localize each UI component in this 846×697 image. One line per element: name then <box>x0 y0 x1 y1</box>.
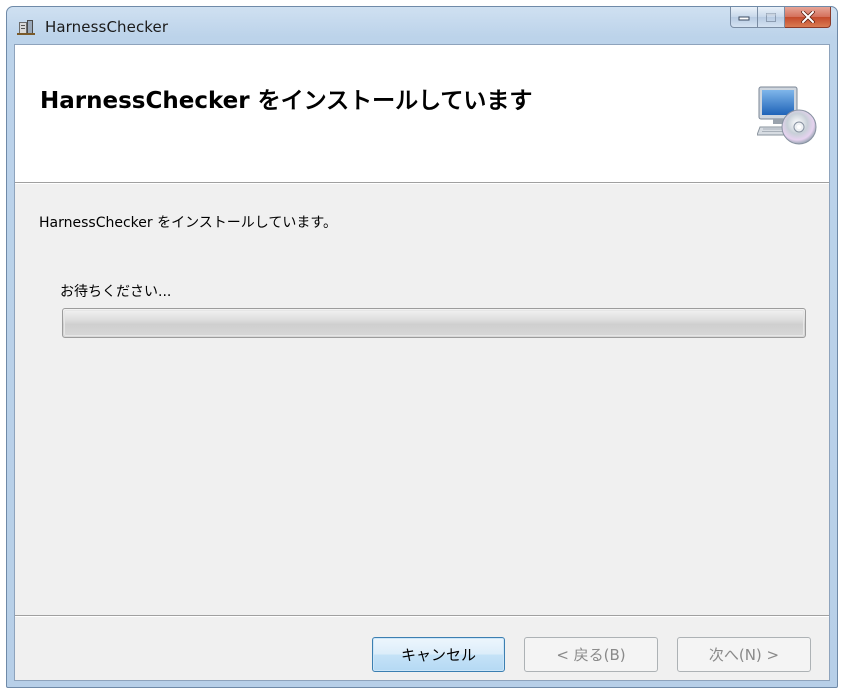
installer-dialog-body: HarnessChecker をインストールしています HarnessCheck… <box>14 44 830 681</box>
minimize-icon <box>738 16 750 21</box>
close-icon <box>800 11 815 23</box>
installer-window: HarnessChecker HarnessChecker をインストールしてい… <box>6 6 838 688</box>
banner-divider-highlight <box>15 183 829 184</box>
install-status-text: HarnessChecker をインストールしています。 <box>39 215 337 231</box>
banner-title: HarnessChecker をインストールしています <box>40 88 533 114</box>
install-progress-bar <box>62 308 806 338</box>
maximize-icon <box>766 12 776 22</box>
maximize-button[interactable] <box>758 7 785 28</box>
back-button[interactable]: < 戻る(B) <box>524 637 658 672</box>
installer-app-icon <box>17 20 35 35</box>
window-title: HarnessChecker <box>45 18 169 36</box>
close-button[interactable] <box>785 7 831 28</box>
next-button[interactable]: 次へ(N) > <box>677 637 811 672</box>
progress-track <box>64 310 804 336</box>
minimize-button[interactable] <box>730 7 758 28</box>
please-wait-text: お待ちください... <box>60 284 172 300</box>
header-banner: HarnessChecker をインストールしています <box>15 45 829 182</box>
caption-buttons <box>730 7 831 29</box>
footer-divider-highlight <box>15 616 829 617</box>
title-bar[interactable]: HarnessChecker <box>7 7 837 45</box>
cancel-button[interactable]: キャンセル <box>372 637 505 672</box>
computer-disc-icon <box>757 86 817 145</box>
